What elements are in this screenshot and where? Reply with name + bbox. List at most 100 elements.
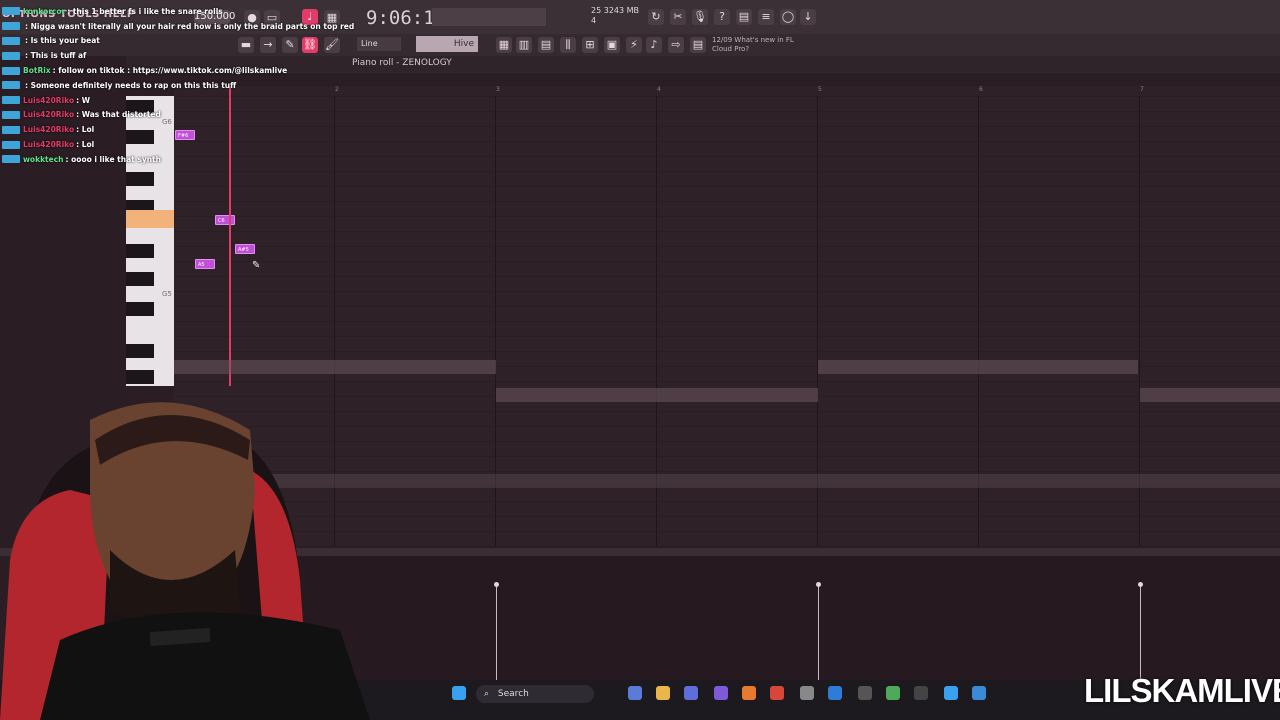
app-icon[interactable] [944, 686, 958, 700]
news-line-2: Cloud Pro? [712, 45, 750, 53]
chat-message: Luis420Riko: Lol [0, 137, 360, 152]
fl-studio-icon[interactable] [742, 686, 756, 700]
plugin-icon[interactable]: ▣ [604, 37, 620, 53]
channel-rack-icon[interactable]: ▥ [516, 37, 532, 53]
velocity-bar[interactable] [1140, 586, 1141, 680]
chat-message: Luis420Riko: Was that distorted [0, 108, 360, 123]
news-line-1: 12/09 What's new in FL [712, 36, 794, 44]
mic-icon[interactable]: 🎙 [692, 9, 708, 25]
badge-icon [2, 140, 20, 149]
news-icon[interactable]: ▤ [690, 37, 706, 53]
store-icon[interactable] [684, 686, 698, 700]
chat-message: BotRix: follow on tiktok : https://www.t… [0, 63, 360, 78]
app-icon[interactable] [886, 686, 900, 700]
piano-roll-icon[interactable]: ▤ [538, 37, 554, 53]
pattern-selector[interactable]: Hive [416, 36, 478, 52]
mixer-icon[interactable]: ≡ [758, 9, 774, 25]
chat-text: this 1 better fs i like the snare rolls [72, 6, 223, 16]
playlist-icon[interactable]: ▦ [496, 37, 512, 53]
badge-icon [2, 51, 20, 60]
chat-text: oooo i like that synth [71, 154, 161, 164]
bar-number: 4 [657, 86, 661, 93]
ghost-note-band [496, 388, 818, 402]
note[interactable]: A#5 [235, 244, 255, 254]
badge-icon [2, 36, 20, 45]
app-icon[interactable] [800, 686, 814, 700]
file-explorer-icon[interactable] [656, 686, 670, 700]
ghost-note-band [818, 360, 1138, 374]
discord-icon[interactable] [714, 686, 728, 700]
cursor-icon: ✎ [252, 260, 261, 271]
chat-user: BotRix [23, 66, 51, 76]
chat-text: Lol [81, 125, 95, 135]
search-label: Search [497, 689, 529, 699]
chat-message: Luis420Riko: W [0, 93, 360, 108]
download-icon[interactable]: ↓ [800, 9, 816, 25]
news-panel[interactable]: 12/09 What's new in FL Cloud Pro? [712, 36, 802, 54]
help-icon[interactable]: ? [714, 9, 730, 25]
waveform-monitor [432, 8, 546, 26]
chat-message: konkorcor: this 1 better fs i like the s… [0, 4, 360, 19]
badge-icon [2, 66, 20, 75]
app-icon[interactable] [858, 686, 872, 700]
taskbar-search[interactable]: ⌕ Search [476, 685, 594, 703]
plug-icon[interactable]: ⚡ [626, 37, 642, 53]
chat-user: wokktech [23, 154, 64, 164]
velocity-bar[interactable] [496, 586, 497, 680]
black-key[interactable] [126, 244, 154, 258]
brave-icon[interactable] [770, 686, 784, 700]
chat-user: Luis420Riko [23, 140, 75, 150]
chat-user: Luis420Riko [23, 125, 75, 135]
chat-message: : Someone definitely needs to rap on thi… [0, 78, 360, 93]
chat-user: Luis420Riko [23, 95, 75, 105]
snap-select[interactable]: Line [357, 37, 401, 51]
black-key[interactable] [126, 272, 154, 286]
chat-user: konkorcor [23, 6, 66, 16]
webcam-overlay [0, 402, 370, 720]
velocity-handle[interactable] [494, 582, 499, 587]
ghost-note-band [1140, 388, 1280, 402]
app-icon[interactable] [914, 686, 928, 700]
chat-text: follow on tiktok : https://www.tiktok.co… [58, 66, 288, 76]
audio-editor-icon[interactable]: ♪ [646, 37, 662, 53]
chat-icon[interactable]: ◯ [780, 9, 796, 25]
black-key[interactable] [126, 344, 154, 358]
badge-icon [2, 96, 20, 105]
browser-icon[interactable]: ▤ [736, 9, 752, 25]
chat-text: Was that distorted [81, 110, 161, 120]
chat-message: : This is tuff af [0, 48, 360, 63]
stream-chat: konkorcor: this 1 better fs i like the s… [0, 4, 360, 167]
cpu-memory-readout: 25 3243 MB [591, 6, 640, 15]
chat-user: Luis420Riko [23, 110, 75, 120]
chat-text: Is this your beat [30, 36, 100, 46]
windows-start-icon[interactable] [452, 686, 466, 700]
velocity-handle[interactable] [1138, 582, 1143, 587]
mixer-faders-icon[interactable]: ⫼ [560, 37, 576, 53]
chat-message: : Is this your beat [0, 34, 360, 49]
channel-watermark: LILSKAMLIVE [1084, 672, 1280, 709]
note[interactable]: A5 [195, 259, 215, 269]
black-key[interactable] [126, 172, 154, 186]
bar-number: 6 [979, 86, 983, 93]
octave-label: G5 [162, 290, 172, 298]
velocity-bar[interactable] [818, 586, 819, 680]
badge-icon [2, 7, 20, 16]
badge-icon [2, 110, 20, 119]
tools-icon[interactable]: ✂ [670, 9, 686, 25]
browser-tree-icon[interactable]: ⊞ [582, 37, 598, 53]
refresh-icon[interactable]: ↻ [648, 9, 664, 25]
chat-text: This is tuff af [30, 51, 87, 61]
copilot-icon[interactable] [628, 686, 642, 700]
black-key[interactable] [126, 302, 154, 316]
bar-number: 3 [496, 86, 500, 93]
arrow-out-icon[interactable]: ⇨ [668, 37, 684, 53]
highlighted-key[interactable] [126, 210, 174, 228]
bar-number: 5 [818, 86, 822, 93]
steam-icon[interactable] [828, 686, 842, 700]
chat-message: wokktech: oooo i like that synth [0, 152, 360, 167]
badge-icon [2, 22, 20, 31]
velocity-handle[interactable] [816, 582, 821, 587]
app-icon[interactable] [972, 686, 986, 700]
bar-number: 7 [1140, 86, 1144, 93]
note[interactable]: C6 [215, 215, 235, 225]
